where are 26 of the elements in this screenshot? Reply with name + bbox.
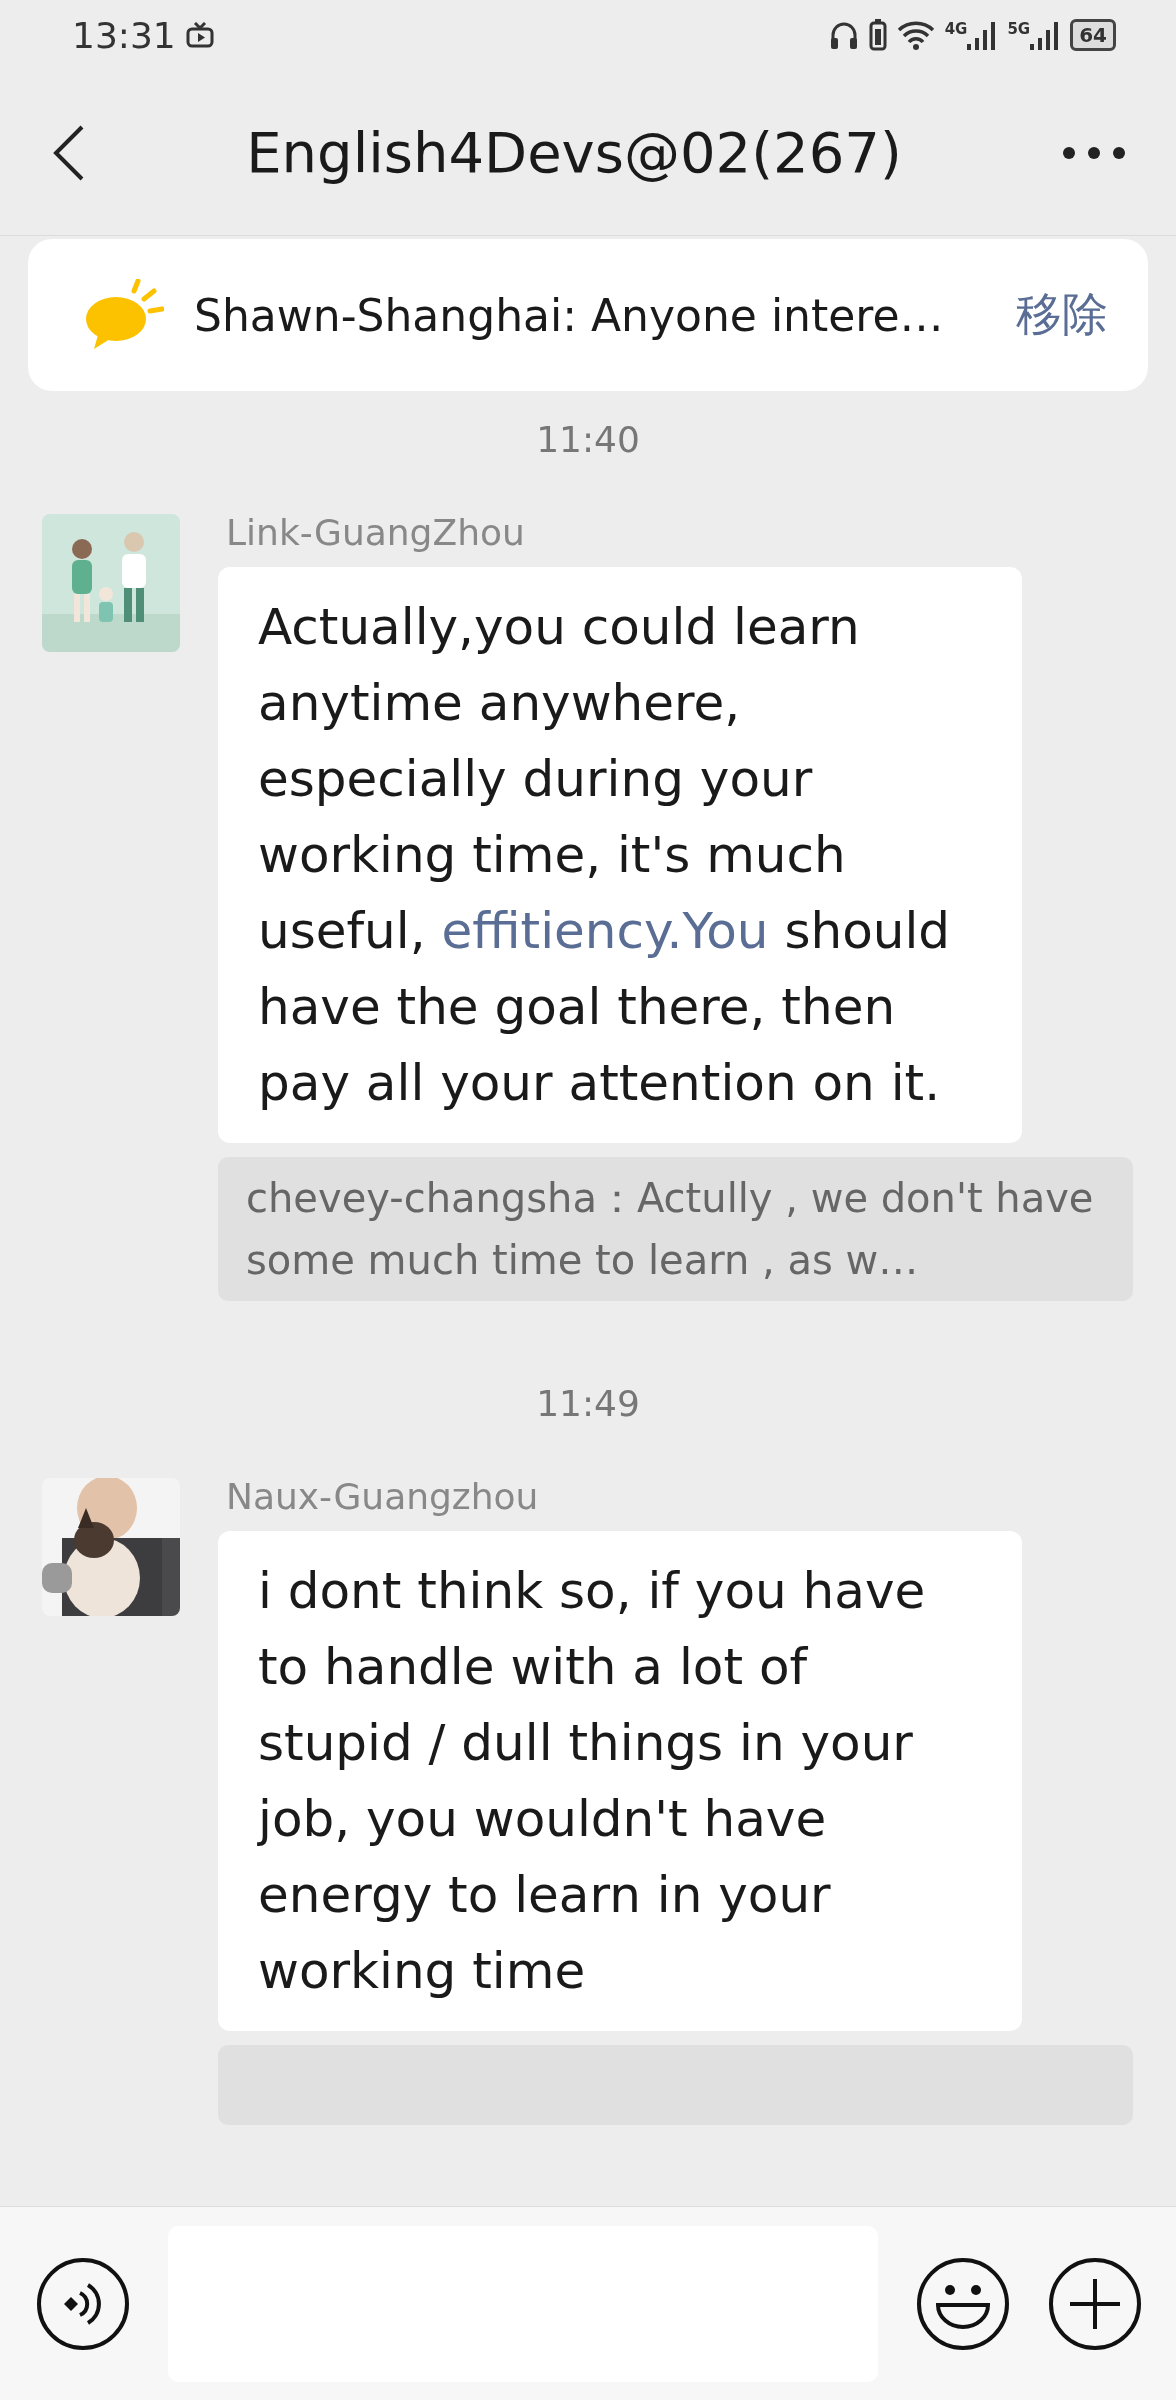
clock: 13:31: [72, 14, 176, 56]
sender-name: Naux-Guangzhou: [225, 1476, 540, 1517]
voice-button[interactable]: [36, 2256, 130, 2351]
quoted-message: chevey-changsha：Actully , we don't have some much time to learn , as w…: [218, 1157, 1133, 1301]
headphones-icon: [828, 20, 859, 50]
link[interactable]: effitiency.You: [441, 902, 769, 960]
battery-icon: [868, 19, 887, 51]
add-button[interactable]: [1048, 2256, 1142, 2351]
pinned-message-text: Shawn-Shanghai: Anyone intere…: [194, 289, 945, 341]
battery-level: 64: [1070, 19, 1116, 51]
speech-bubble-icon: [84, 279, 164, 351]
signal-icon: [967, 20, 998, 50]
timestamp: 11:40: [536, 419, 640, 460]
message-bubble: Actually,you could learn anytime anywhere, especially during your working time, it's much useful, effitiency.You should have the goal there, then pay all your attention on it.: [218, 567, 1022, 1143]
chat-title: English4Devs@02(267): [245, 120, 903, 185]
message-bubble: i dont think so, if you have to handle with a lot of stupid / dull things in your job, you wouldn't have energy to learn in your working time: [218, 1531, 1022, 2031]
sender-name: Link-GuangZhou: [225, 512, 526, 553]
emoji-button[interactable]: [916, 2256, 1010, 2351]
more-icon: [1062, 145, 1126, 160]
network-label: 4G: [944, 20, 968, 38]
signal-icon: [1030, 20, 1061, 50]
wifi-icon: [896, 20, 935, 50]
tv-icon: [185, 22, 214, 48]
remove-button[interactable]: 移除: [1016, 284, 1108, 346]
network-label: 5G: [1007, 20, 1031, 38]
timestamp: 11:49: [536, 1383, 640, 1424]
